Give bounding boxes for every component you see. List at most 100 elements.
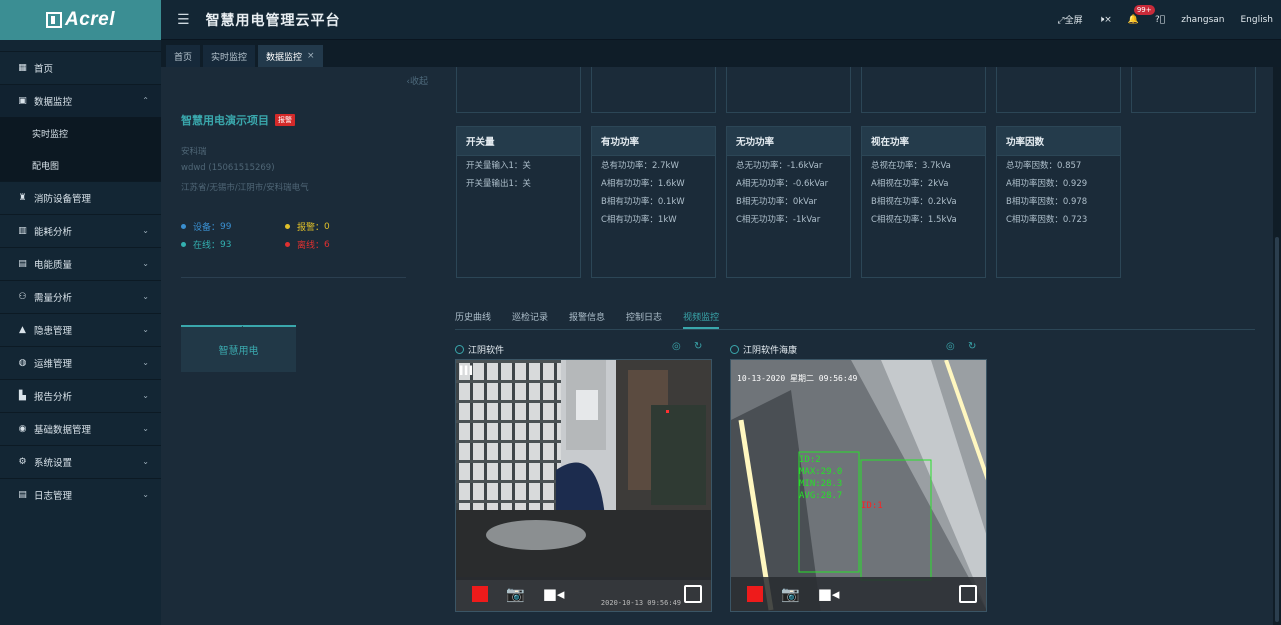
menu-data-monitor[interactable]: ▣ 数据监控 ⌃ <box>0 84 161 117</box>
smart-power-button[interactable]: 智慧用电 <box>181 327 296 372</box>
stat-value: 99 <box>220 221 232 232</box>
menu-home[interactable]: ▦ 首页 <box>0 51 161 84</box>
card-partial <box>996 67 1121 113</box>
company-name: 安科瑞 <box>181 147 207 157</box>
camera-1-video[interactable]: ▌▌▌ 📷 ■◂ 2020-10-13 09:56:49 <box>455 359 712 612</box>
scrollbar-thumb[interactable] <box>1275 237 1279 622</box>
thermal-alarm: ID:1 <box>861 501 883 511</box>
thermal-max: MAX:29.0 <box>799 467 843 477</box>
card-row: C相有功功率：1kW <box>601 215 677 225</box>
tab-underline <box>455 329 1255 330</box>
logo-text: Acrel <box>64 9 116 30</box>
camera-1-controls: 📷 ■◂ 2020-10-13 09:56:49 <box>456 577 711 611</box>
camera-snapshot-icon[interactable]: 📷 <box>781 585 800 603</box>
chevron-down-icon: ⌄ <box>142 424 149 433</box>
menu-operations[interactable]: ◍ 运维管理 ⌄ <box>0 346 161 379</box>
tab-data-monitor[interactable]: 数据监控 × <box>258 45 323 67</box>
tab-realtime[interactable]: 实时监控 <box>203 45 256 67</box>
menu-label: 数据监控 <box>34 97 73 108</box>
stat-value: 6 <box>324 239 330 250</box>
fullscreen-icon[interactable] <box>684 585 702 603</box>
ptz-icon[interactable]: ◎ <box>672 341 681 352</box>
card-title: 有功功率 <box>592 127 715 156</box>
language-switch[interactable]: English <box>1241 15 1274 25</box>
card-row: B相有功功率：0.1kW <box>601 197 685 207</box>
menu-energy[interactable]: ▥ 能耗分析 ⌄ <box>0 214 161 247</box>
card-row: C相无功功率：-1kVar <box>736 215 821 225</box>
record-button[interactable] <box>747 586 763 602</box>
chevron-down-icon: ⌄ <box>142 292 149 301</box>
fullscreen-icon[interactable] <box>959 585 977 603</box>
log-icon: ▤ <box>18 490 27 500</box>
card-row: A相有功功率：1.6kW <box>601 179 685 189</box>
tab-control-log[interactable]: 控制日志 <box>626 305 662 327</box>
menu-report[interactable]: ▙ 报告分析 ⌄ <box>0 379 161 412</box>
tab-video[interactable]: 视频监控 <box>683 305 720 329</box>
card-row: B相功率因数：0.978 <box>1006 197 1088 207</box>
contact-info: wdwd (15061515269) <box>181 163 275 173</box>
stat-dot <box>181 242 186 247</box>
stat-label: 设备 <box>193 223 212 233</box>
chevron-up-icon: ⌃ <box>142 96 149 105</box>
menu-base-data[interactable]: ◉ 基础数据管理 ⌄ <box>0 412 161 445</box>
ptz-icon[interactable]: ◎ <box>946 341 955 352</box>
camera-snapshot-icon[interactable]: 📷 <box>506 585 525 603</box>
help-icon[interactable]: ?⃝ <box>1155 15 1165 25</box>
video-camera-icon[interactable]: ■◂ <box>543 585 565 603</box>
submenu-realtime[interactable]: 实时监控 <box>0 117 161 149</box>
camera-1-timestamp: 2020-10-13 09:56:49 <box>600 599 681 607</box>
video-camera-icon[interactable]: ■◂ <box>818 585 840 603</box>
thermal-min: MIN:28.3 <box>799 479 843 489</box>
card-active-power: 有功功率 总有功功率：2.7kW A相有功功率：1.6kW B相有功功率：0.1… <box>591 126 716 278</box>
location-pin-icon <box>455 345 464 354</box>
username[interactable]: zhangsan <box>1181 15 1224 25</box>
tab-history-curve[interactable]: 历史曲线 <box>455 305 491 327</box>
notification-button[interactable]: 🔔 99+ <box>1127 4 1155 25</box>
menu-hazard[interactable]: ▲ 隐患管理 ⌄ <box>0 313 161 346</box>
tab-inspection[interactable]: 巡检记录 <box>512 305 548 327</box>
warning-icon: ▲ <box>19 325 26 335</box>
page-scrollbar[interactable] <box>1273 67 1281 625</box>
notification-badge: 99+ <box>1133 4 1155 15</box>
collapse-button[interactable]: ‹收起 <box>406 74 428 87</box>
database-icon: ◉ <box>18 424 27 434</box>
refresh-icon[interactable]: ↻ <box>968 341 976 352</box>
brand-logo[interactable]: Acrel <box>0 0 161 40</box>
menu-power-quality[interactable]: ▤ 电能质量 ⌄ <box>0 247 161 280</box>
top-right-tools: ⤢全屏 🕨× 🔔 99+ ?⃝ zhangsan English <box>1057 4 1281 26</box>
tab-home[interactable]: 首页 <box>166 45 201 67</box>
card-power-factor: 功率因数 总功率因数：0.857 A相功率因数：0.929 B相功率因数：0.9… <box>996 126 1121 278</box>
card-title: 功率因数 <box>997 127 1120 156</box>
card-partial <box>861 67 986 113</box>
close-icon[interactable]: × <box>307 51 315 61</box>
bell-icon: 🔔 <box>1127 14 1140 25</box>
menu-demand[interactable]: ⚇ 需量分析 ⌄ <box>0 280 161 313</box>
menu-fire-equipment[interactable]: ♜ 消防设备管理 <box>0 181 161 214</box>
menu-log[interactable]: ▤ 日志管理 ⌄ <box>0 478 161 511</box>
bar-chart-icon: ▥ <box>18 226 27 236</box>
card-title: 开关量 <box>457 127 580 156</box>
stat-dot <box>285 224 290 229</box>
card-row: C相功率因数：0.723 <box>1006 215 1088 225</box>
platform-title: 智慧用电管理云平台 <box>205 12 341 29</box>
submenu-diagram[interactable]: 配电图 <box>0 149 161 181</box>
mute-icon[interactable]: 🕨× <box>1099 15 1112 25</box>
menu-label: 系统设置 <box>34 458 73 469</box>
camera-2-video[interactable]: 10-13-2020 星期二 09:56:49 ID:2 MAX:29.0 MI… <box>730 359 987 612</box>
fullscreen-button[interactable]: ⤢全屏 <box>1057 13 1082 26</box>
menu-label: 隐患管理 <box>34 326 73 337</box>
sidebar: Acrel ▦ 首页 ▣ 数据监控 ⌃ 实时监控 配电图 ♜ 消防设备管理 ▥ 能耗分析 ⌄… <box>0 0 161 625</box>
record-button[interactable] <box>472 586 488 602</box>
camera-1-label: 江阴软件 <box>455 343 504 356</box>
menu-settings[interactable]: ⚙ 系统设置 ⌄ <box>0 445 161 478</box>
menu-toggle-icon[interactable]: ☰ <box>177 12 190 28</box>
top-bar: ☰ 智慧用电管理云平台 ⤢全屏 🕨× 🔔 99+ ?⃝ zhangsan Engl… <box>161 0 1281 40</box>
card-row: C相视在功率：1.5kVa <box>871 215 957 225</box>
tab-alarm-info[interactable]: 报警信息 <box>569 305 605 327</box>
refresh-icon[interactable]: ↻ <box>694 341 702 352</box>
project-address: 江苏省/无锡市/江阴市/安科瑞电气 <box>181 183 309 193</box>
hierarchy-icon: ⚇ <box>18 292 27 302</box>
stat-devices: 设备： 99 <box>181 220 231 233</box>
stat-value: 93 <box>220 239 232 250</box>
menu-label: 电能质量 <box>34 260 73 271</box>
